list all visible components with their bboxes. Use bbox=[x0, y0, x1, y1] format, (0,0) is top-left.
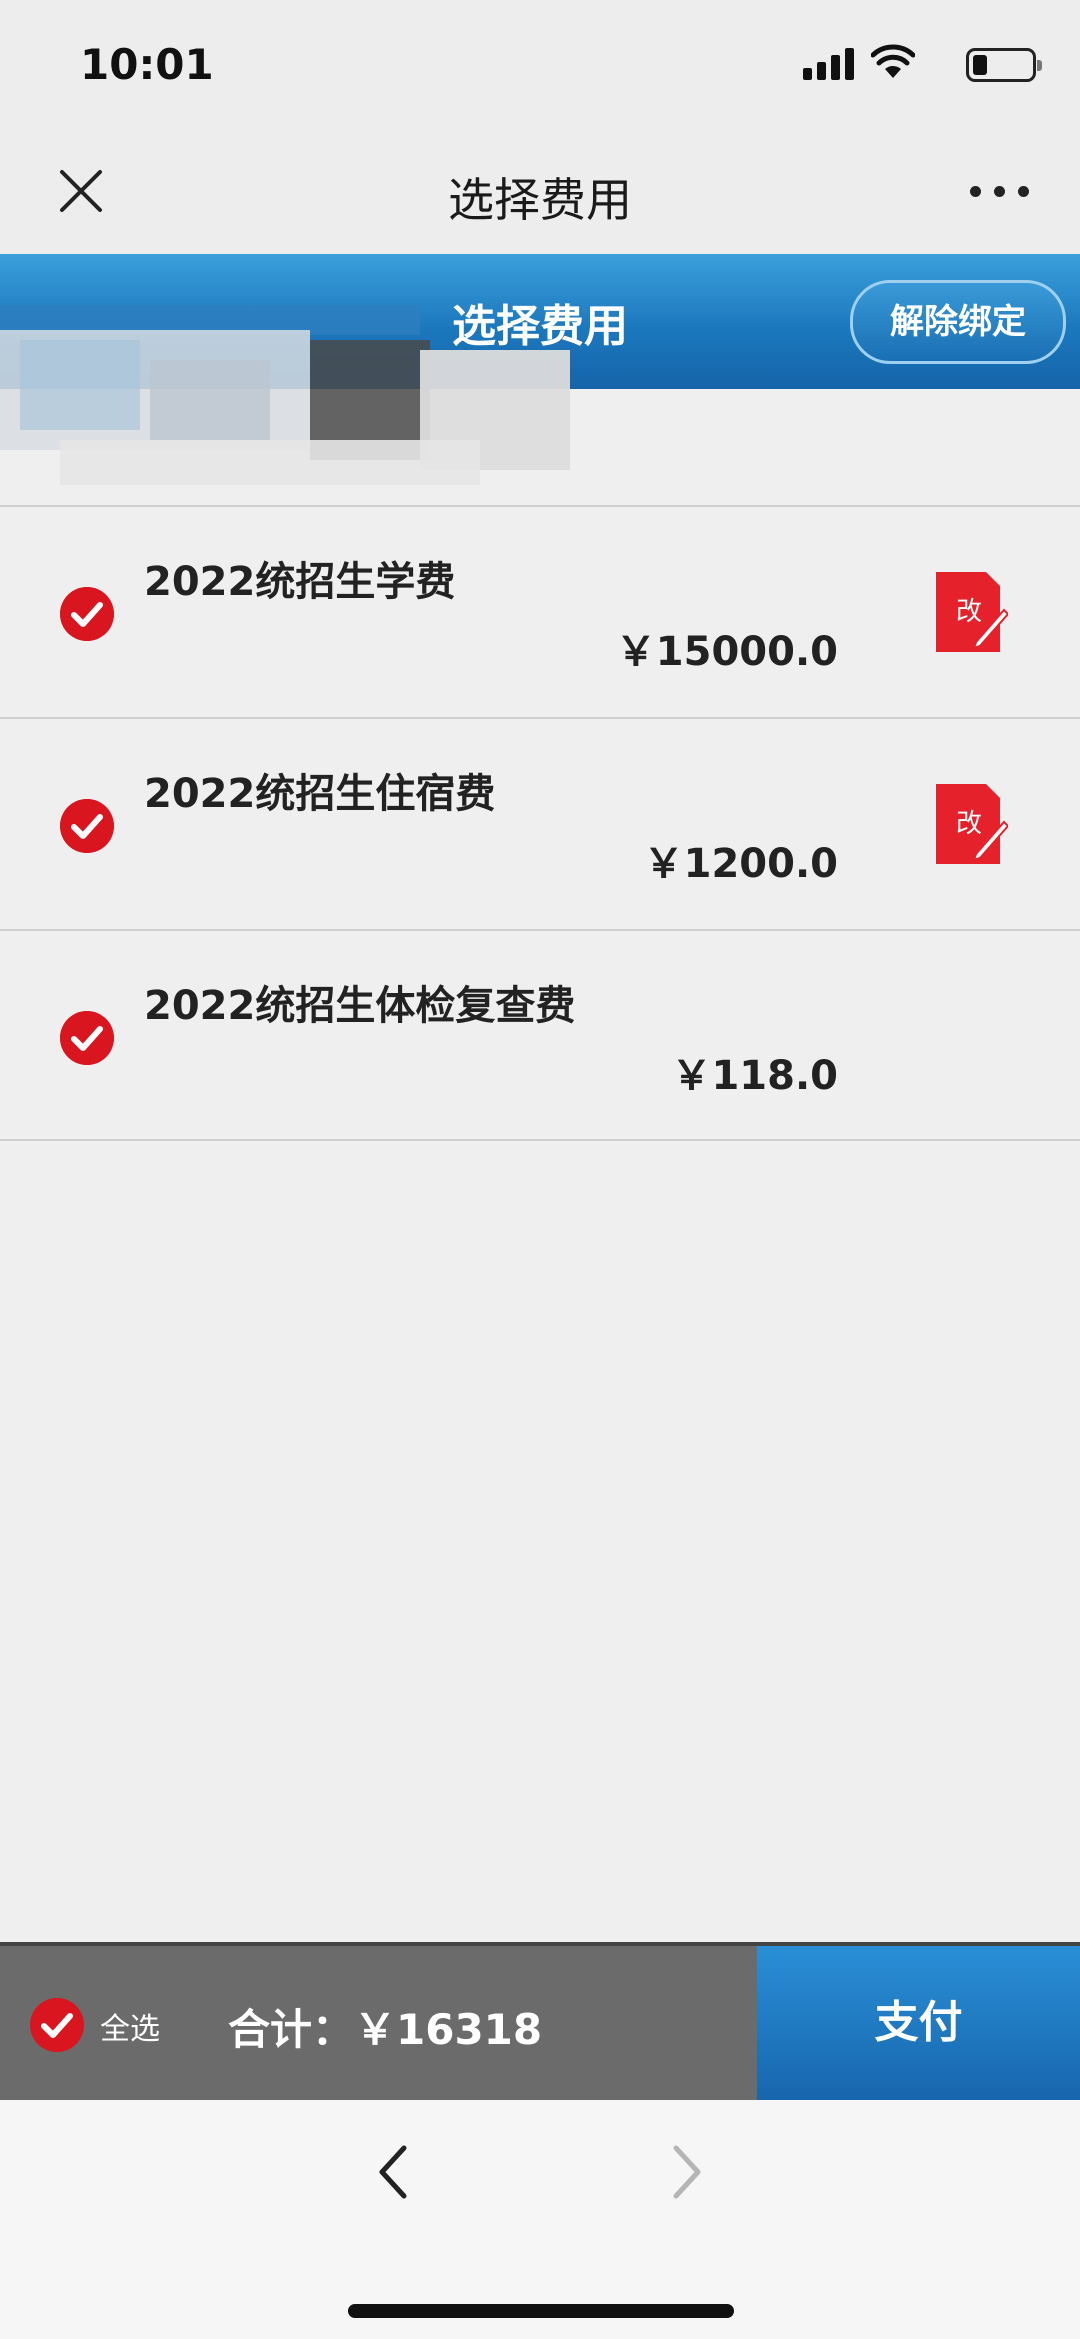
fee-amount: ￥15000.0 bbox=[615, 629, 838, 675]
check-icon[interactable] bbox=[60, 1011, 114, 1065]
fee-item[interactable]: 2022统招生住宿费 ￥1200.0 改 bbox=[0, 717, 1080, 929]
total-section: 全选 合计：￥16318 bbox=[0, 1946, 757, 2100]
unbind-button[interactable]: 解除绑定 bbox=[850, 280, 1066, 364]
check-icon[interactable] bbox=[60, 587, 114, 641]
svg-text:改: 改 bbox=[956, 597, 982, 627]
redacted-area bbox=[0, 305, 570, 485]
forward-icon[interactable] bbox=[664, 2142, 708, 2202]
more-icon[interactable] bbox=[970, 182, 1030, 202]
wifi-icon bbox=[871, 44, 915, 78]
fee-name: 2022统招生学费 bbox=[144, 559, 456, 605]
browser-toolbar bbox=[0, 2100, 1080, 2339]
fee-item[interactable]: 2022统招生学费 ￥15000.0 改 bbox=[0, 505, 1080, 717]
nav-bar: 选择费用 bbox=[0, 132, 1080, 254]
pay-button[interactable]: 支付 bbox=[757, 1946, 1080, 2100]
nav-title: 选择费用 bbox=[448, 173, 632, 227]
back-icon[interactable] bbox=[372, 2142, 416, 2202]
bottom-bar: 全选 合计：￥16318 支付 bbox=[0, 1942, 1080, 2100]
fee-list: 2022统招生学费 ￥15000.0 改 2022统招生住宿费 ￥1200.0 … bbox=[0, 505, 1080, 1141]
edit-icon[interactable]: 改 bbox=[932, 572, 1008, 652]
fee-amount: ￥118.0 bbox=[671, 1053, 838, 1099]
signal-icon bbox=[803, 48, 855, 80]
status-time: 10:01 bbox=[80, 40, 214, 89]
select-all-check-icon[interactable] bbox=[30, 1998, 84, 2052]
check-icon[interactable] bbox=[60, 799, 114, 853]
total-value: ￥16318 bbox=[354, 2005, 543, 2054]
svg-text:改: 改 bbox=[956, 809, 982, 839]
fee-item[interactable]: 2022统招生体检复查费 ￥118.0 bbox=[0, 929, 1080, 1141]
edit-icon[interactable]: 改 bbox=[932, 784, 1008, 864]
total-amount: 合计：￥16318 bbox=[228, 1996, 542, 2057]
status-bar: 10:01 bbox=[0, 0, 1080, 132]
total-label: 合计： bbox=[228, 2005, 355, 2054]
home-indicator bbox=[348, 2304, 734, 2318]
fee-amount: ￥1200.0 bbox=[643, 841, 838, 887]
battery-icon bbox=[966, 48, 1042, 82]
select-all-label[interactable]: 全选 bbox=[100, 2004, 160, 2048]
fee-name: 2022统招生体检复查费 bbox=[144, 983, 576, 1029]
fee-name: 2022统招生住宿费 bbox=[144, 771, 496, 817]
